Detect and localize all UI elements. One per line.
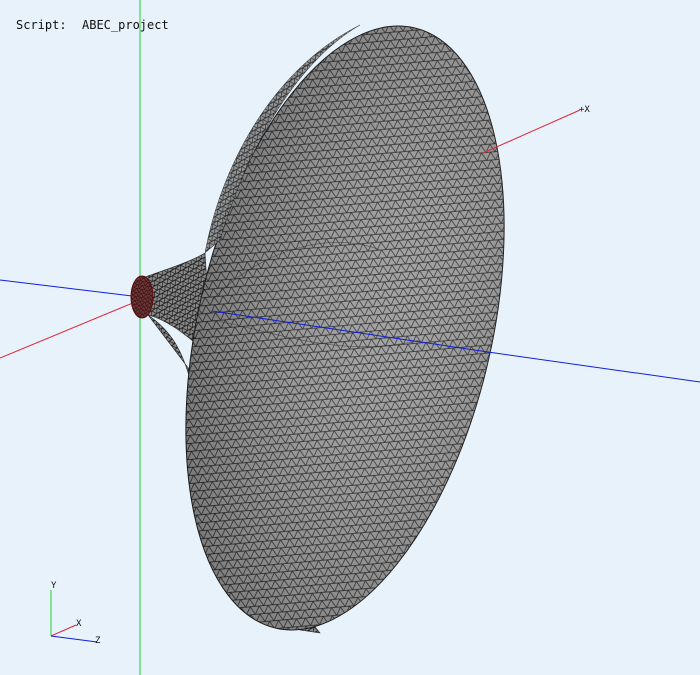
gizmo-x-label: X — [76, 619, 82, 629]
x-axis-line-front — [482, 109, 581, 154]
gizmo-y-label: Y — [51, 581, 57, 591]
script-header: Script: ABEC_project — [16, 18, 169, 32]
horn-throat — [130, 275, 154, 319]
3d-viewport[interactable]: +X Y X Z Script: ABEC_project — [0, 0, 700, 675]
script-name: ABEC_project — [82, 18, 169, 32]
plus-x-label: +X — [579, 105, 590, 115]
scene-canvas[interactable]: +X Y X Z — [0, 0, 700, 675]
z-axis-line-front — [487, 351, 700, 383]
z-axis-line-back — [0, 279, 141, 298]
orientation-gizmo-icon: Y X Z — [50, 581, 101, 646]
script-label: Script: — [16, 18, 67, 32]
x-axis-line-back — [0, 299, 141, 359]
gizmo-z-label: Z — [95, 636, 101, 646]
